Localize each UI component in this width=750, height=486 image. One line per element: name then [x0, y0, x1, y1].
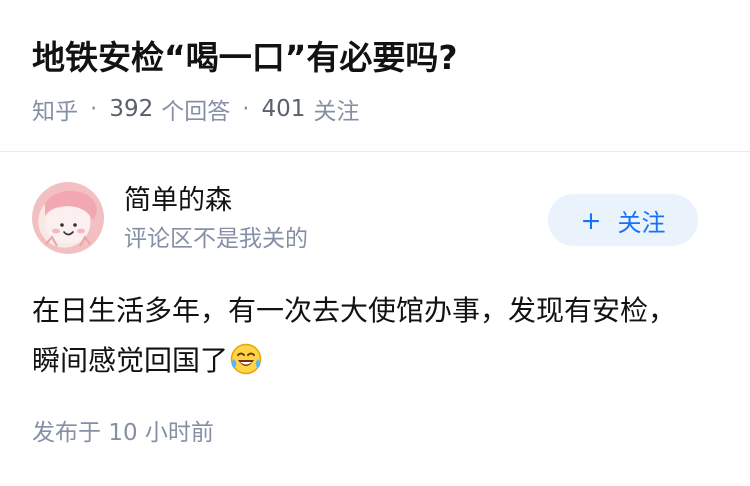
answer-content[interactable]: 在日生活多年，有一次去大使馆办事，发现有安检，瞬间感觉回国了: [32, 286, 682, 386]
zhihu-question-answer-page: 地铁安检“喝一口”有必要吗? 知乎 · 392 个回答 · 401 关注 简单的…: [0, 0, 750, 486]
answer-count: 392: [109, 96, 154, 122]
answer-content-text: 在日生活多年，有一次去大使馆办事，发现有安检，瞬间感觉回国了: [32, 294, 677, 377]
avatar[interactable]: [32, 182, 104, 254]
author-info: 简单的森 评论区不是我关的: [124, 182, 484, 262]
follow-button-label: 关注: [617, 208, 666, 237]
follow-button[interactable]: + 关注: [548, 194, 698, 246]
plus-icon: +: [580, 205, 602, 235]
answer-card: 简单的森 评论区不是我关的 + 关注 在日生活多年，有一次去大使馆办事，发现有安…: [0, 152, 750, 486]
publish-prefix: 发布于: [32, 420, 101, 446]
publish-time: 发布于 10 小时前: [32, 416, 214, 450]
follower-count: 401: [261, 96, 306, 122]
meta-separator: ·: [242, 96, 250, 122]
question-title[interactable]: 地铁安检“喝一口”有必要吗?: [32, 34, 458, 82]
meta-separator: ·: [90, 96, 98, 122]
author-name[interactable]: 简单的森: [124, 182, 232, 220]
question-meta: 知乎 · 392 个回答 · 401 关注: [32, 92, 359, 126]
follower-count-label: 关注: [313, 99, 360, 125]
answer-count-label: 个回答: [161, 99, 231, 125]
laughing-with-tears-emoji-icon: [230, 343, 262, 375]
author-row: 简单的森 评论区不是我关的 + 关注: [32, 182, 718, 262]
publish-time-value: 10 小时前: [108, 420, 214, 446]
question-header: 地铁安检“喝一口”有必要吗? 知乎 · 392 个回答 · 401 关注: [0, 0, 750, 152]
author-bio: 评论区不是我关的: [124, 226, 308, 252]
source-label[interactable]: 知乎: [32, 92, 78, 126]
